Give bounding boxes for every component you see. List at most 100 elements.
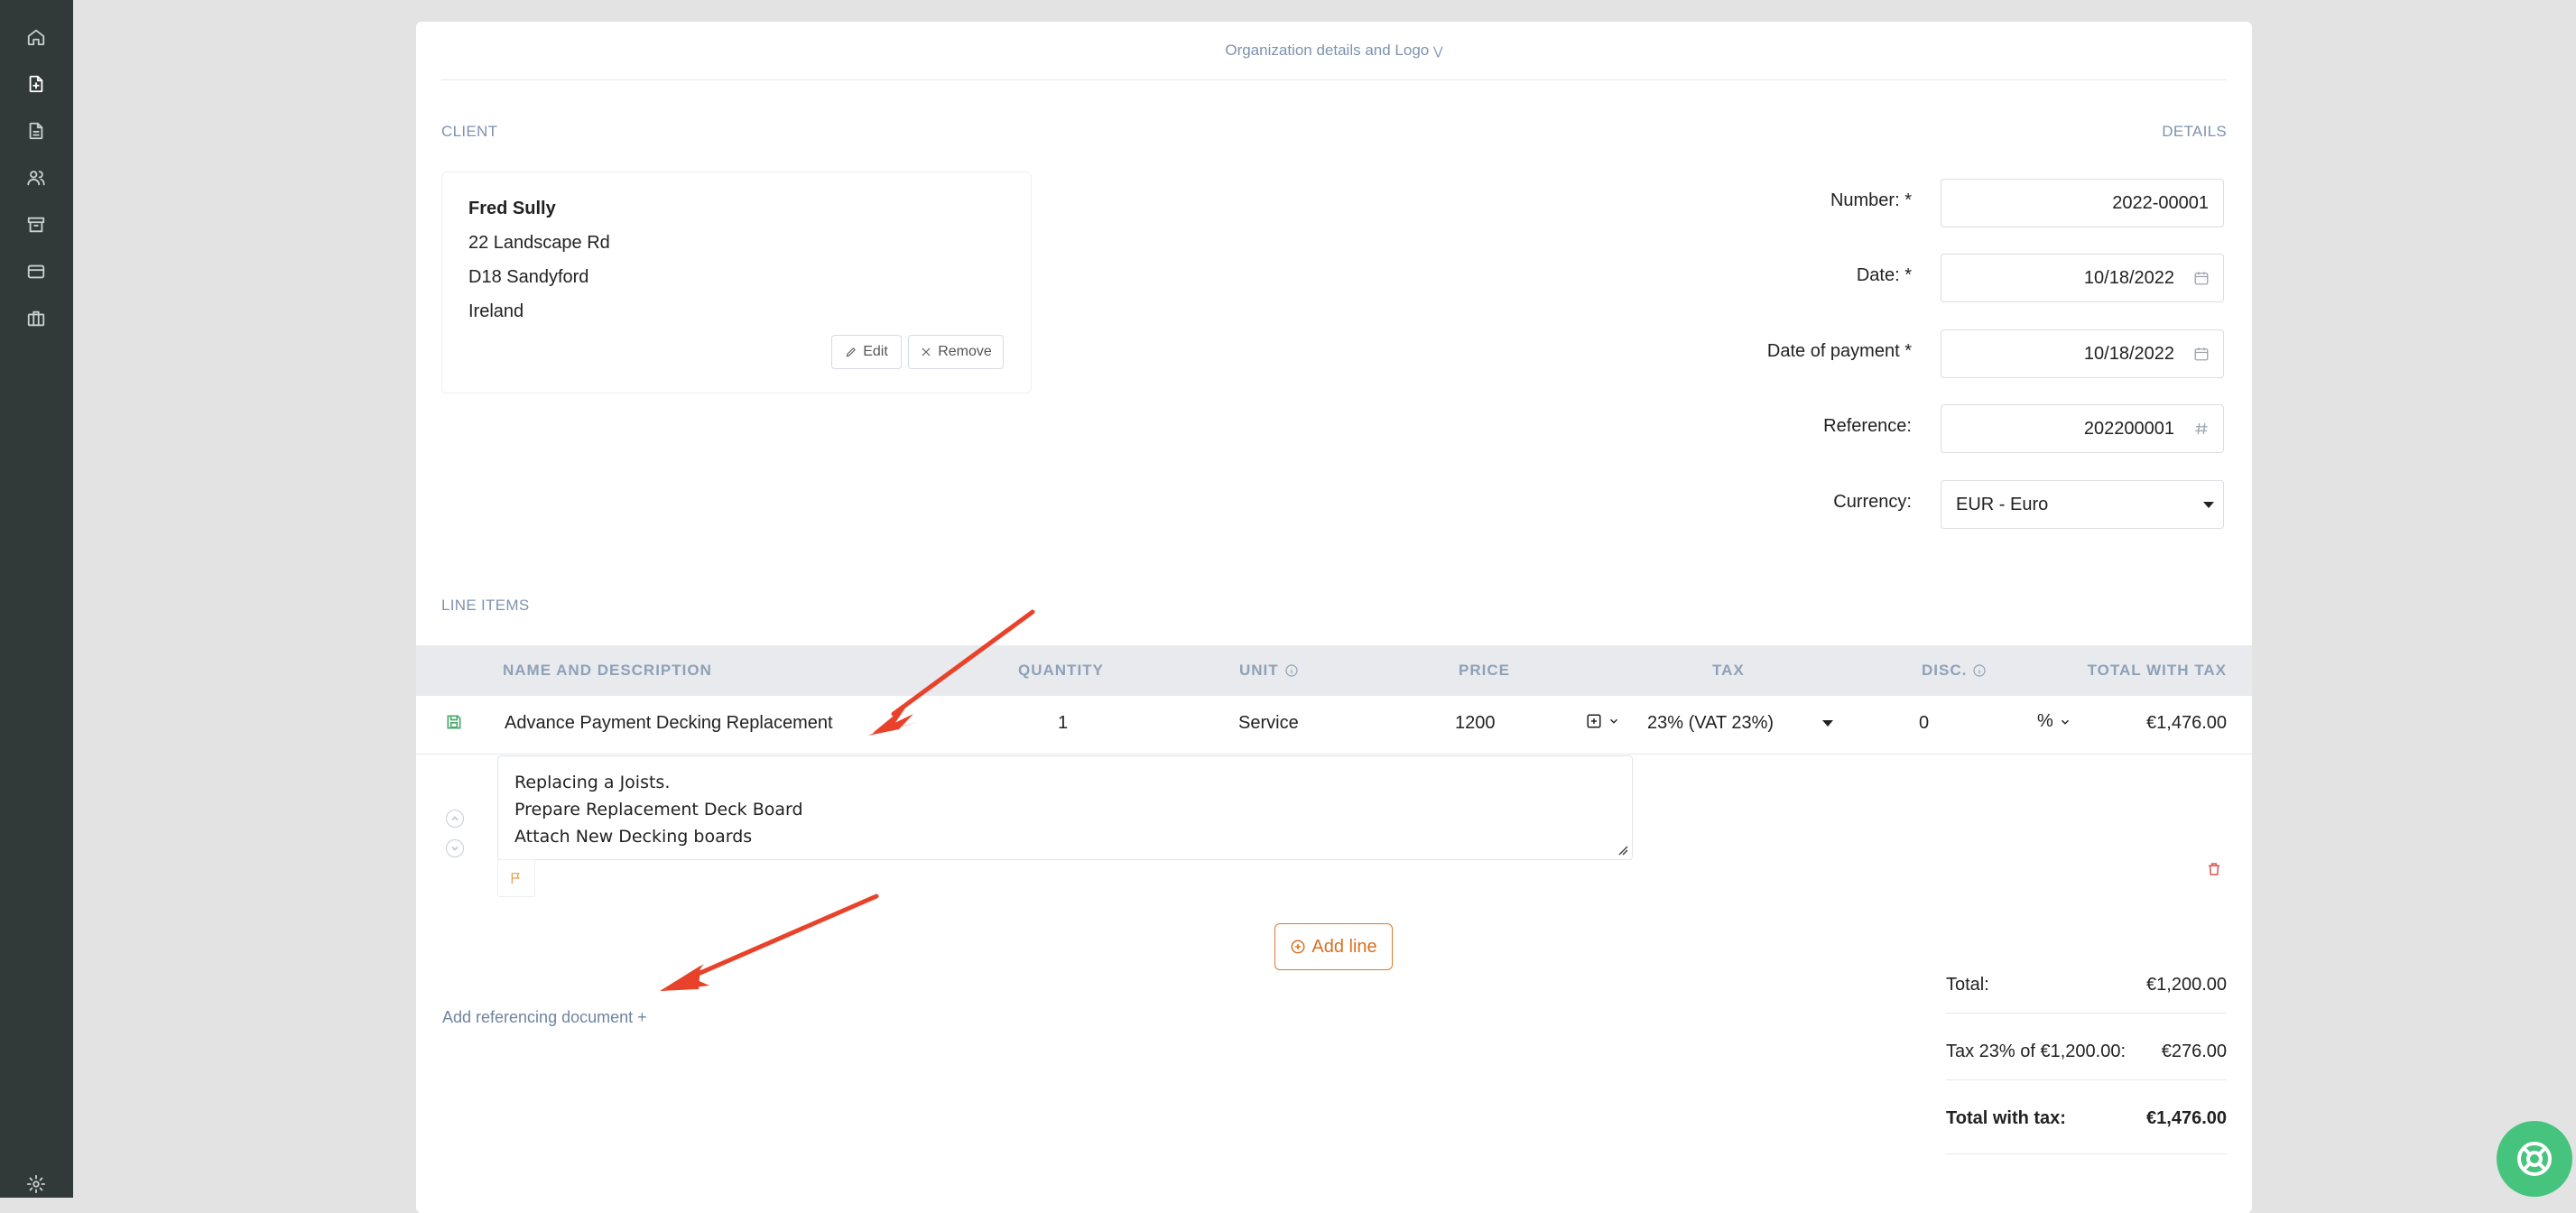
trash-icon: [2209, 863, 2219, 875]
number-label-text: Number:: [1830, 190, 1900, 210]
divider: [1946, 1013, 2227, 1014]
line-item-tax-select[interactable]: 23% (VAT 23%): [1647, 713, 1833, 734]
date-value[interactable]: 10/18/2022: [1941, 268, 2192, 289]
client-address-line2: D18 Sandyford: [468, 267, 589, 287]
caret-down-icon[interactable]: [1822, 720, 1833, 727]
column-discount-label: DISC.: [1922, 662, 1968, 679]
description-line: Attach New Decking boards: [514, 827, 753, 847]
discount-type-toggle[interactable]: %: [2037, 711, 2071, 732]
payment-date-label-text: Date of payment: [1766, 341, 1900, 361]
flag-icon: [511, 873, 520, 884]
plus-circle-icon: [1291, 940, 1305, 954]
reference-value[interactable]: 202200001: [1941, 419, 2192, 440]
client-name: Fred Sully: [468, 199, 556, 218]
divider: [441, 79, 2227, 80]
payment-date-value[interactable]: 10/18/2022: [1941, 344, 2192, 365]
users-icon[interactable]: [22, 163, 51, 192]
payment-date-input[interactable]: 10/18/2022: [1941, 329, 2224, 378]
line-item-tax-value[interactable]: 23% (VAT 23%): [1647, 713, 1774, 734]
invoice-form-card: Organization details and Logo ⋁ CLIENT D…: [416, 22, 2252, 1213]
new-document-icon[interactable]: [22, 69, 51, 98]
edit-client-button[interactable]: Edit: [831, 335, 902, 369]
line-item-name-input[interactable]: Advance Payment Decking Replacement: [505, 713, 833, 734]
organization-details-label[interactable]: Organization details and Logo: [1225, 42, 1429, 59]
line-item-price-input[interactable]: 1200: [1455, 713, 1496, 734]
divider: [1946, 1079, 2227, 1080]
divider: [1946, 1153, 2227, 1154]
currency-label: Currency:: [1833, 492, 1912, 512]
client-country: Ireland: [468, 301, 524, 321]
tax-label: Tax 23% of €1,200.00:: [1946, 1042, 2127, 1061]
total-label: Total:: [1946, 975, 1989, 995]
number-label: Number: *: [1830, 190, 1912, 211]
client-section-label: CLIENT: [441, 123, 498, 140]
grand-total-label: Total with tax:: [1946, 1108, 2066, 1128]
move-up-button[interactable]: [446, 810, 464, 828]
sidebar: [0, 0, 73, 1198]
reference-label: Reference:: [1823, 416, 1912, 436]
description-line: Prepare Replacement Deck Board: [514, 800, 803, 819]
add-line-label: Add line: [1311, 936, 1377, 957]
column-total: TOTAL WITH TAX: [2087, 662, 2227, 679]
currency-select[interactable]: EUR - Euro: [1941, 480, 2224, 529]
line-item-unit-input[interactable]: Service: [1238, 713, 1299, 734]
required-mark: *: [1904, 190, 1912, 210]
remove-client-label: Remove: [938, 344, 992, 359]
line-item-discount-input[interactable]: 0: [1919, 713, 1929, 734]
info-icon[interactable]: [1284, 663, 1299, 678]
save-icon[interactable]: [445, 713, 463, 731]
calendar-icon[interactable]: [2192, 346, 2210, 362]
home-icon[interactable]: [22, 23, 51, 51]
move-down-button[interactable]: [446, 839, 464, 857]
grand-total-value: €1,476.00: [2146, 1108, 2227, 1128]
chevron-up-icon: [451, 816, 459, 821]
caret-down-icon[interactable]: [2203, 501, 2214, 508]
date-input[interactable]: 10/18/2022: [1941, 254, 2224, 302]
line-item-description-textarea[interactable]: Replacing a Joists. Prepare Replacement …: [497, 755, 1633, 860]
number-input[interactable]: 2022-00001: [1941, 179, 2224, 227]
date-label: Date: *: [1857, 265, 1912, 286]
resize-handle-icon[interactable]: [1617, 845, 1628, 856]
remove-client-button[interactable]: Remove: [908, 335, 1004, 369]
reference-input[interactable]: 202200001: [1941, 404, 2224, 453]
flag-button[interactable]: [497, 859, 535, 897]
description-line: Replacing a Joists.: [514, 773, 671, 792]
column-name: NAME AND DESCRIPTION: [503, 662, 712, 679]
line-items-section-label: LINE ITEMS: [441, 597, 530, 614]
divider: [416, 754, 2252, 755]
column-price: PRICE: [1459, 662, 1510, 679]
close-icon: [922, 347, 931, 356]
column-discount: DISC.: [1922, 645, 1987, 696]
delete-line-button[interactable]: [2206, 861, 2222, 882]
column-unit: UNIT: [1239, 645, 1299, 696]
column-quantity: QUANTITY: [1018, 662, 1104, 679]
help-button[interactable]: [2497, 1121, 2572, 1197]
add-referencing-document-link[interactable]: Add referencing document +: [442, 1008, 647, 1027]
price-tax-toggle[interactable]: [1586, 713, 1620, 729]
calendar-icon[interactable]: [2192, 270, 2210, 286]
edit-client-label: Edit: [863, 344, 888, 359]
archive-icon[interactable]: [22, 210, 51, 239]
line-items-header: NAME AND DESCRIPTION QUANTITY UNIT PRICE…: [416, 645, 2252, 696]
chevrons-down-icon[interactable]: ⋁: [1433, 44, 1443, 58]
column-tax: TAX: [1712, 662, 1745, 679]
chevron-down-icon: [451, 846, 459, 851]
add-line-button[interactable]: Add line: [1274, 923, 1393, 970]
details-section-label: DETAILS: [2162, 123, 2227, 140]
discount-type-value: %: [2037, 711, 2053, 731]
required-mark: *: [1904, 341, 1912, 361]
number-value[interactable]: 2022-00001: [1941, 193, 2223, 214]
briefcase-icon[interactable]: [22, 304, 51, 333]
payment-date-label: Date of payment *: [1767, 341, 1912, 362]
organization-details-toggle[interactable]: Organization details and Logo ⋁: [416, 42, 2252, 60]
chevron-down-icon: [2061, 719, 2069, 725]
info-icon[interactable]: [1972, 663, 1987, 678]
line-item-total: €1,476.00: [2146, 713, 2227, 733]
client-address-line1: 22 Landscape Rd: [468, 233, 610, 253]
line-item-quantity-input[interactable]: 1: [1058, 713, 1068, 734]
total-value: €1,200.00: [2146, 975, 2227, 995]
currency-value[interactable]: EUR - Euro: [1941, 495, 2203, 515]
gear-icon[interactable]: [22, 1170, 51, 1199]
credit-card-icon[interactable]: [22, 257, 51, 286]
document-icon[interactable]: [22, 116, 51, 145]
